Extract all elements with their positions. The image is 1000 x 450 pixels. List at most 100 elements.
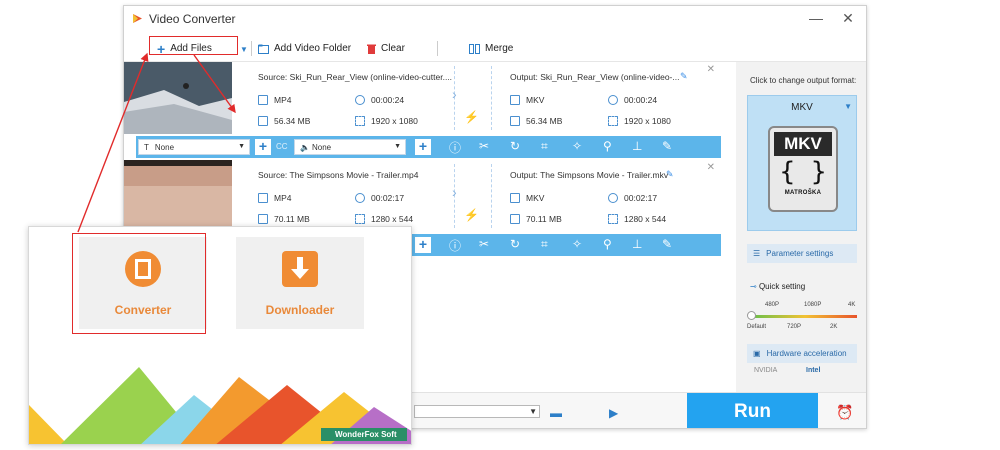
quality-label: 4K [848, 302, 856, 308]
preview-icon[interactable]: ▶ [609, 406, 618, 420]
output-title: Output: Ski_Run_Rear_View (online-video-… [510, 72, 680, 82]
info-icon[interactable]: ⓘ [449, 237, 461, 254]
add-files-highlight [149, 36, 238, 55]
clock-icon [608, 193, 618, 203]
output-size: 70.11 MB [510, 214, 562, 224]
effects-icon[interactable]: ✧ [572, 237, 582, 251]
pen-edit-icon[interactable]: ✎ [662, 237, 672, 251]
chevron-down-icon: ▼ [529, 407, 537, 416]
add-audio-button[interactable]: + [415, 139, 431, 155]
clear-button[interactable]: Clear [367, 43, 405, 54]
source-duration: 00:00:24 [355, 95, 404, 105]
lightning-icon: ⚡ [464, 208, 479, 222]
chevron-right-icon: › [452, 184, 457, 200]
remove-file-icon[interactable]: ✕ [707, 162, 715, 173]
hardware-acceleration-button[interactable]: ▣ Hardware acceleration [747, 344, 857, 363]
folder-icon [510, 214, 520, 224]
rotate-icon[interactable]: ↻ [510, 139, 520, 153]
edit-output-name-icon[interactable]: ✎ [680, 71, 688, 82]
file-icon [510, 193, 520, 203]
title-bar: Video Converter — ✕ [124, 6, 866, 32]
source-title: Source: The Simpsons Movie - Trailer.mp4 [258, 170, 419, 180]
toolbar-divider [251, 41, 252, 56]
crop-icon[interactable]: ⌗ [541, 237, 548, 252]
output-format: MKV [510, 193, 544, 203]
crop-icon[interactable]: ⌗ [541, 139, 548, 154]
video-thumbnail [124, 62, 232, 134]
output-duration: 00:00:24 [608, 95, 657, 105]
folder-icon [258, 214, 268, 224]
cc-icon[interactable]: CC [276, 142, 288, 151]
remove-file-icon[interactable]: ✕ [707, 64, 715, 75]
add-files-dropdown-icon[interactable]: ▼ [240, 45, 248, 54]
app-logo-icon [133, 14, 142, 23]
stamp-icon[interactable]: ⊥ [632, 139, 642, 153]
scissors-icon[interactable]: ✂ [479, 237, 489, 251]
output-resolution: 1280 x 544 [608, 214, 666, 224]
add-video-folder-button[interactable]: Add Video Folder [258, 43, 351, 54]
output-format-selector[interactable]: MKV ▼ MKV { } MATROŠKA [747, 95, 857, 231]
clear-label: Clear [381, 43, 405, 54]
wonderfox-brand-badge: WonderFox Soft [321, 428, 407, 441]
merge-button[interactable]: Merge [469, 43, 513, 54]
file-icon [258, 193, 268, 203]
source-size: 70.11 MB [258, 214, 310, 224]
chevron-down-icon: ▼ [844, 102, 852, 111]
output-folder-select[interactable]: ▼ [414, 405, 540, 418]
chevron-right-icon: › [452, 86, 457, 102]
merge-icon [469, 43, 480, 54]
folder-icon [258, 116, 268, 126]
edit-output-name-icon[interactable]: ✎ [666, 169, 674, 180]
subtitle-select[interactable]: T None ▼ [138, 139, 250, 155]
close-button[interactable]: ✕ [838, 10, 858, 27]
run-button[interactable]: Run [687, 393, 818, 428]
trash-icon [367, 44, 376, 54]
quality-label: 1080P [804, 302, 822, 308]
audio-track-select[interactable]: 🔈 None ▼ [294, 139, 406, 155]
open-folder-icon[interactable]: ▬ [550, 406, 562, 420]
converter-highlight [72, 233, 206, 334]
resolution-icon [355, 214, 365, 224]
source-format: MP4 [258, 95, 291, 105]
quality-slider-handle[interactable] [747, 311, 756, 320]
resolution-icon [608, 214, 618, 224]
source-resolution: 1280 x 544 [355, 214, 413, 224]
sliders-icon: ☰ [753, 249, 761, 258]
source-resolution: 1920 x 1080 [355, 116, 418, 126]
effects-icon[interactable]: ✧ [572, 139, 582, 153]
mkv-format-icon: MKV { } MATROŠKA [768, 126, 838, 212]
add-video-folder-label: Add Video Folder [274, 43, 352, 54]
source-format: MP4 [258, 193, 291, 203]
source-title: Source: Ski_Run_Rear_View (online-video-… [258, 72, 453, 82]
clock-icon [355, 193, 365, 203]
file-icon [258, 95, 268, 105]
nvidia-logo: NVIDIA [754, 367, 778, 374]
intel-logo: Intel [806, 367, 821, 374]
source-duration: 00:02:17 [355, 193, 404, 203]
file-row[interactable]: Source: Ski_Run_Rear_View (online-video-… [124, 62, 721, 134]
add-subtitle-button[interactable]: + [255, 139, 271, 155]
file-row[interactable]: Source: The Simpsons Movie - Trailer.mp4… [124, 160, 721, 232]
text-icon: T [144, 142, 149, 152]
scissors-icon[interactable]: ✂ [479, 139, 489, 153]
info-icon[interactable]: ⓘ [449, 139, 461, 156]
resolution-icon [355, 116, 365, 126]
clock-icon [608, 95, 618, 105]
file-icon [510, 95, 520, 105]
add-audio-button[interactable]: + [415, 237, 431, 253]
rotate-icon[interactable]: ↻ [510, 237, 520, 251]
quick-setting-label: ⊸ Quick setting [750, 282, 806, 291]
parameter-settings-button[interactable]: ☰ Parameter settings [747, 244, 857, 263]
watermark-icon[interactable]: ⚲ [603, 237, 612, 251]
quality-label: 720P [787, 324, 802, 330]
alarm-clock-icon[interactable]: ⏰ [836, 404, 853, 421]
quality-slider[interactable] [753, 315, 857, 318]
resolution-icon [608, 116, 618, 126]
watermark-icon[interactable]: ⚲ [603, 139, 612, 153]
pen-edit-icon[interactable]: ✎ [662, 139, 672, 153]
minimize-button[interactable]: — [806, 10, 826, 26]
output-title: Output: The Simpsons Movie - Trailer.mkv [510, 170, 669, 180]
source-size: 56.34 MB [258, 116, 310, 126]
output-size: 56.34 MB [510, 116, 562, 126]
stamp-icon[interactable]: ⊥ [632, 237, 642, 251]
